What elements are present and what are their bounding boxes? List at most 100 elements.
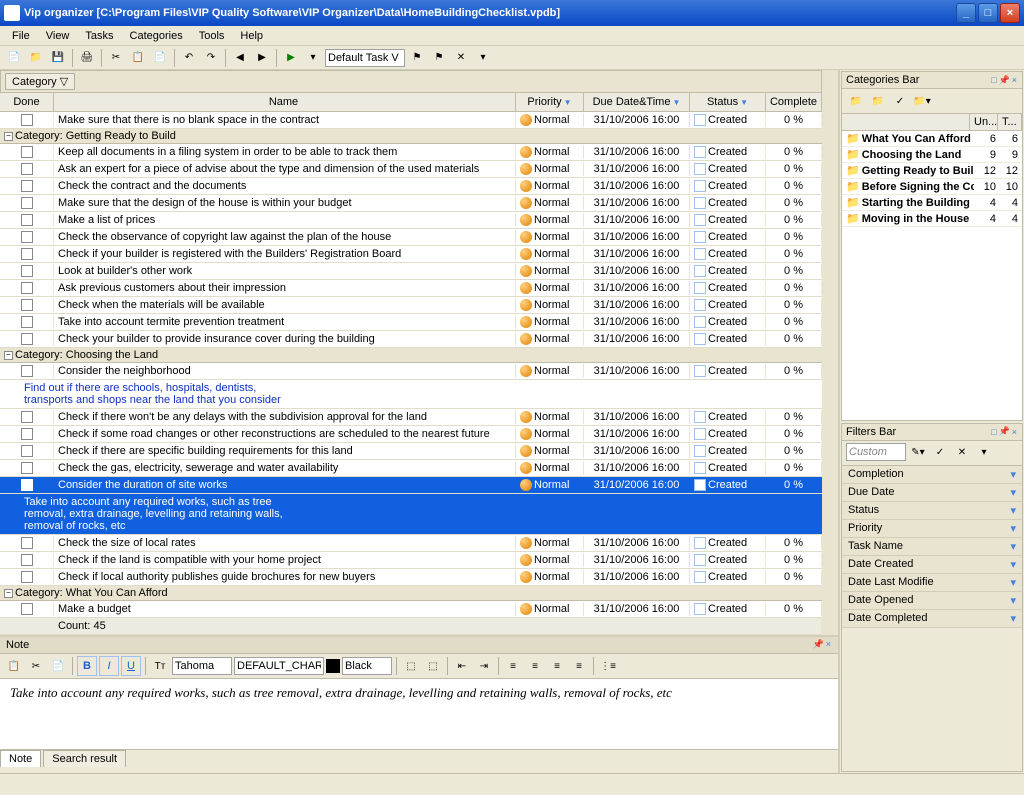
align-center-button[interactable]: ≡: [525, 656, 545, 676]
done-checkbox[interactable]: [21, 163, 33, 175]
filter-item[interactable]: Priority▾: [842, 520, 1022, 538]
done-checkbox[interactable]: [21, 248, 33, 260]
task-row[interactable]: Check if there are specific building req…: [0, 443, 822, 460]
chevron-down-icon[interactable]: ▾: [1010, 540, 1016, 553]
done-checkbox[interactable]: [21, 214, 33, 226]
toolbar-button[interactable]: ⬚: [401, 656, 421, 676]
toolbar-button[interactable]: 📄: [4, 48, 24, 68]
task-row[interactable]: Make a list of prices Normal31/10/2006 1…: [0, 212, 822, 229]
done-checkbox[interactable]: [21, 197, 33, 209]
done-checkbox[interactable]: [21, 479, 33, 491]
color-combo[interactable]: [342, 657, 392, 675]
task-row[interactable]: Keep all documents in a filing system in…: [0, 144, 822, 161]
close-icon[interactable]: ×: [1012, 75, 1017, 85]
pin-icon[interactable]: 📌: [999, 75, 1010, 86]
menu-help[interactable]: Help: [232, 28, 271, 44]
task-row[interactable]: Take into account termite prevention tre…: [0, 314, 822, 331]
menu-categories[interactable]: Categories: [122, 28, 191, 44]
task-row[interactable]: Ask an expert for a piece of advise abou…: [0, 161, 822, 178]
chevron-down-icon[interactable]: ▾: [1010, 576, 1016, 589]
done-checkbox[interactable]: [21, 428, 33, 440]
col-complete[interactable]: Complete: [766, 93, 822, 111]
task-row[interactable]: Check the contract and the documents Nor…: [0, 178, 822, 195]
toolbar-button[interactable]: ◀: [230, 48, 250, 68]
toolbar-button[interactable]: 📁: [26, 48, 46, 68]
task-row[interactable]: Check if your builder is registered with…: [0, 246, 822, 263]
filter-item[interactable]: Due Date▾: [842, 484, 1022, 502]
toolbar-button[interactable]: ▶: [281, 48, 301, 68]
task-row[interactable]: Check your builder to provide insurance …: [0, 331, 822, 348]
done-checkbox[interactable]: [21, 554, 33, 566]
filter-item[interactable]: Status▾: [842, 502, 1022, 520]
task-row[interactable]: Check if there won't be any delays with …: [0, 409, 822, 426]
chevron-down-icon[interactable]: ▾: [1010, 486, 1016, 499]
category-row[interactable]: − Category: Choosing the Land: [0, 348, 822, 363]
close-button[interactable]: ×: [1000, 3, 1020, 23]
group-by-chip[interactable]: Category ▽: [5, 73, 75, 90]
category-item[interactable]: 📁Starting the Building44: [842, 195, 1022, 211]
task-grid[interactable]: Done Name Priority▼ Due Date&Time▼ Statu…: [0, 93, 822, 635]
filter-item[interactable]: Task Name▾: [842, 538, 1022, 556]
toolbar-button[interactable]: 🖨: [77, 48, 97, 68]
done-checkbox[interactable]: [21, 571, 33, 583]
done-checkbox[interactable]: [21, 114, 33, 126]
col-due[interactable]: Due Date&Time▼: [584, 93, 690, 111]
category-item[interactable]: 📁Choosing the Land99: [842, 147, 1022, 163]
bullets-button[interactable]: ⋮≡: [598, 656, 618, 676]
toolbar-button[interactable]: ▶: [252, 48, 272, 68]
font-combo[interactable]: [172, 657, 232, 675]
task-row[interactable]: Check if some road changes or other reco…: [0, 426, 822, 443]
task-row[interactable]: Check if the land is compatible with you…: [0, 552, 822, 569]
toolbar-button[interactable]: 📄: [48, 656, 68, 676]
maximize-button[interactable]: □: [978, 3, 998, 23]
toolbar-button[interactable]: ✓: [930, 443, 950, 463]
done-checkbox[interactable]: [21, 146, 33, 158]
done-checkbox[interactable]: [21, 316, 33, 328]
task-row[interactable]: Look at builder's other work Normal31/10…: [0, 263, 822, 280]
done-checkbox[interactable]: [21, 231, 33, 243]
toolbar-button[interactable]: ✎▾: [908, 443, 928, 463]
done-checkbox[interactable]: [21, 299, 33, 311]
toolbar-button[interactable]: 📄: [150, 48, 170, 68]
toolbar-button[interactable]: ✓: [890, 91, 910, 111]
toolbar-button[interactable]: ⚑: [429, 48, 449, 68]
chevron-down-icon[interactable]: ▾: [1010, 594, 1016, 607]
pin-icon[interactable]: 📌: [999, 426, 1010, 437]
tab-search-result[interactable]: Search result: [43, 750, 126, 767]
italic-button[interactable]: I: [99, 656, 119, 676]
chevron-down-icon[interactable]: ▾: [1010, 522, 1016, 535]
filter-item[interactable]: Date Last Modifie▾: [842, 574, 1022, 592]
close-icon[interactable]: ×: [1012, 427, 1017, 437]
col-unread[interactable]: Un...: [970, 114, 998, 130]
done-checkbox[interactable]: [21, 333, 33, 345]
view-combo[interactable]: [325, 49, 405, 67]
toolbar-button[interactable]: ⚑: [407, 48, 427, 68]
toolbar-button[interactable]: ✂: [106, 48, 126, 68]
task-row[interactable]: Make sure that there is no blank space i…: [0, 112, 822, 129]
toolbar-button[interactable]: 💾: [48, 48, 68, 68]
done-checkbox[interactable]: [21, 411, 33, 423]
task-row[interactable]: Ask previous customers about their impre…: [0, 280, 822, 297]
panel-button[interactable]: □: [991, 427, 996, 437]
chevron-down-icon[interactable]: ▾: [1010, 504, 1016, 517]
done-checkbox[interactable]: [21, 603, 33, 615]
note-body[interactable]: Take into account any required works, su…: [0, 679, 838, 749]
toolbar-dropdown[interactable]: ▾: [303, 48, 323, 68]
task-row[interactable]: Consider the duration of site works Norm…: [0, 477, 822, 494]
toolbar-button[interactable]: ✕: [952, 443, 972, 463]
toolbar-button[interactable]: 📁: [868, 91, 888, 111]
minimize-button[interactable]: _: [956, 3, 976, 23]
toolbar-button[interactable]: ✂: [26, 656, 46, 676]
toolbar-button[interactable]: ⇤: [452, 656, 472, 676]
filter-item[interactable]: Date Opened▾: [842, 592, 1022, 610]
panel-button[interactable]: □: [991, 75, 996, 85]
task-row[interactable]: Make sure that the design of the house i…: [0, 195, 822, 212]
col-done[interactable]: Done: [0, 93, 54, 111]
done-checkbox[interactable]: [21, 282, 33, 294]
toolbar-button[interactable]: 📁▾: [912, 91, 932, 111]
done-checkbox[interactable]: [21, 445, 33, 457]
col-total[interactable]: T...: [998, 114, 1022, 130]
category-item[interactable]: 📁Before Signing the Co1010: [842, 179, 1022, 195]
col-name[interactable]: Name: [54, 93, 516, 111]
toolbar-button[interactable]: ⬚: [423, 656, 443, 676]
